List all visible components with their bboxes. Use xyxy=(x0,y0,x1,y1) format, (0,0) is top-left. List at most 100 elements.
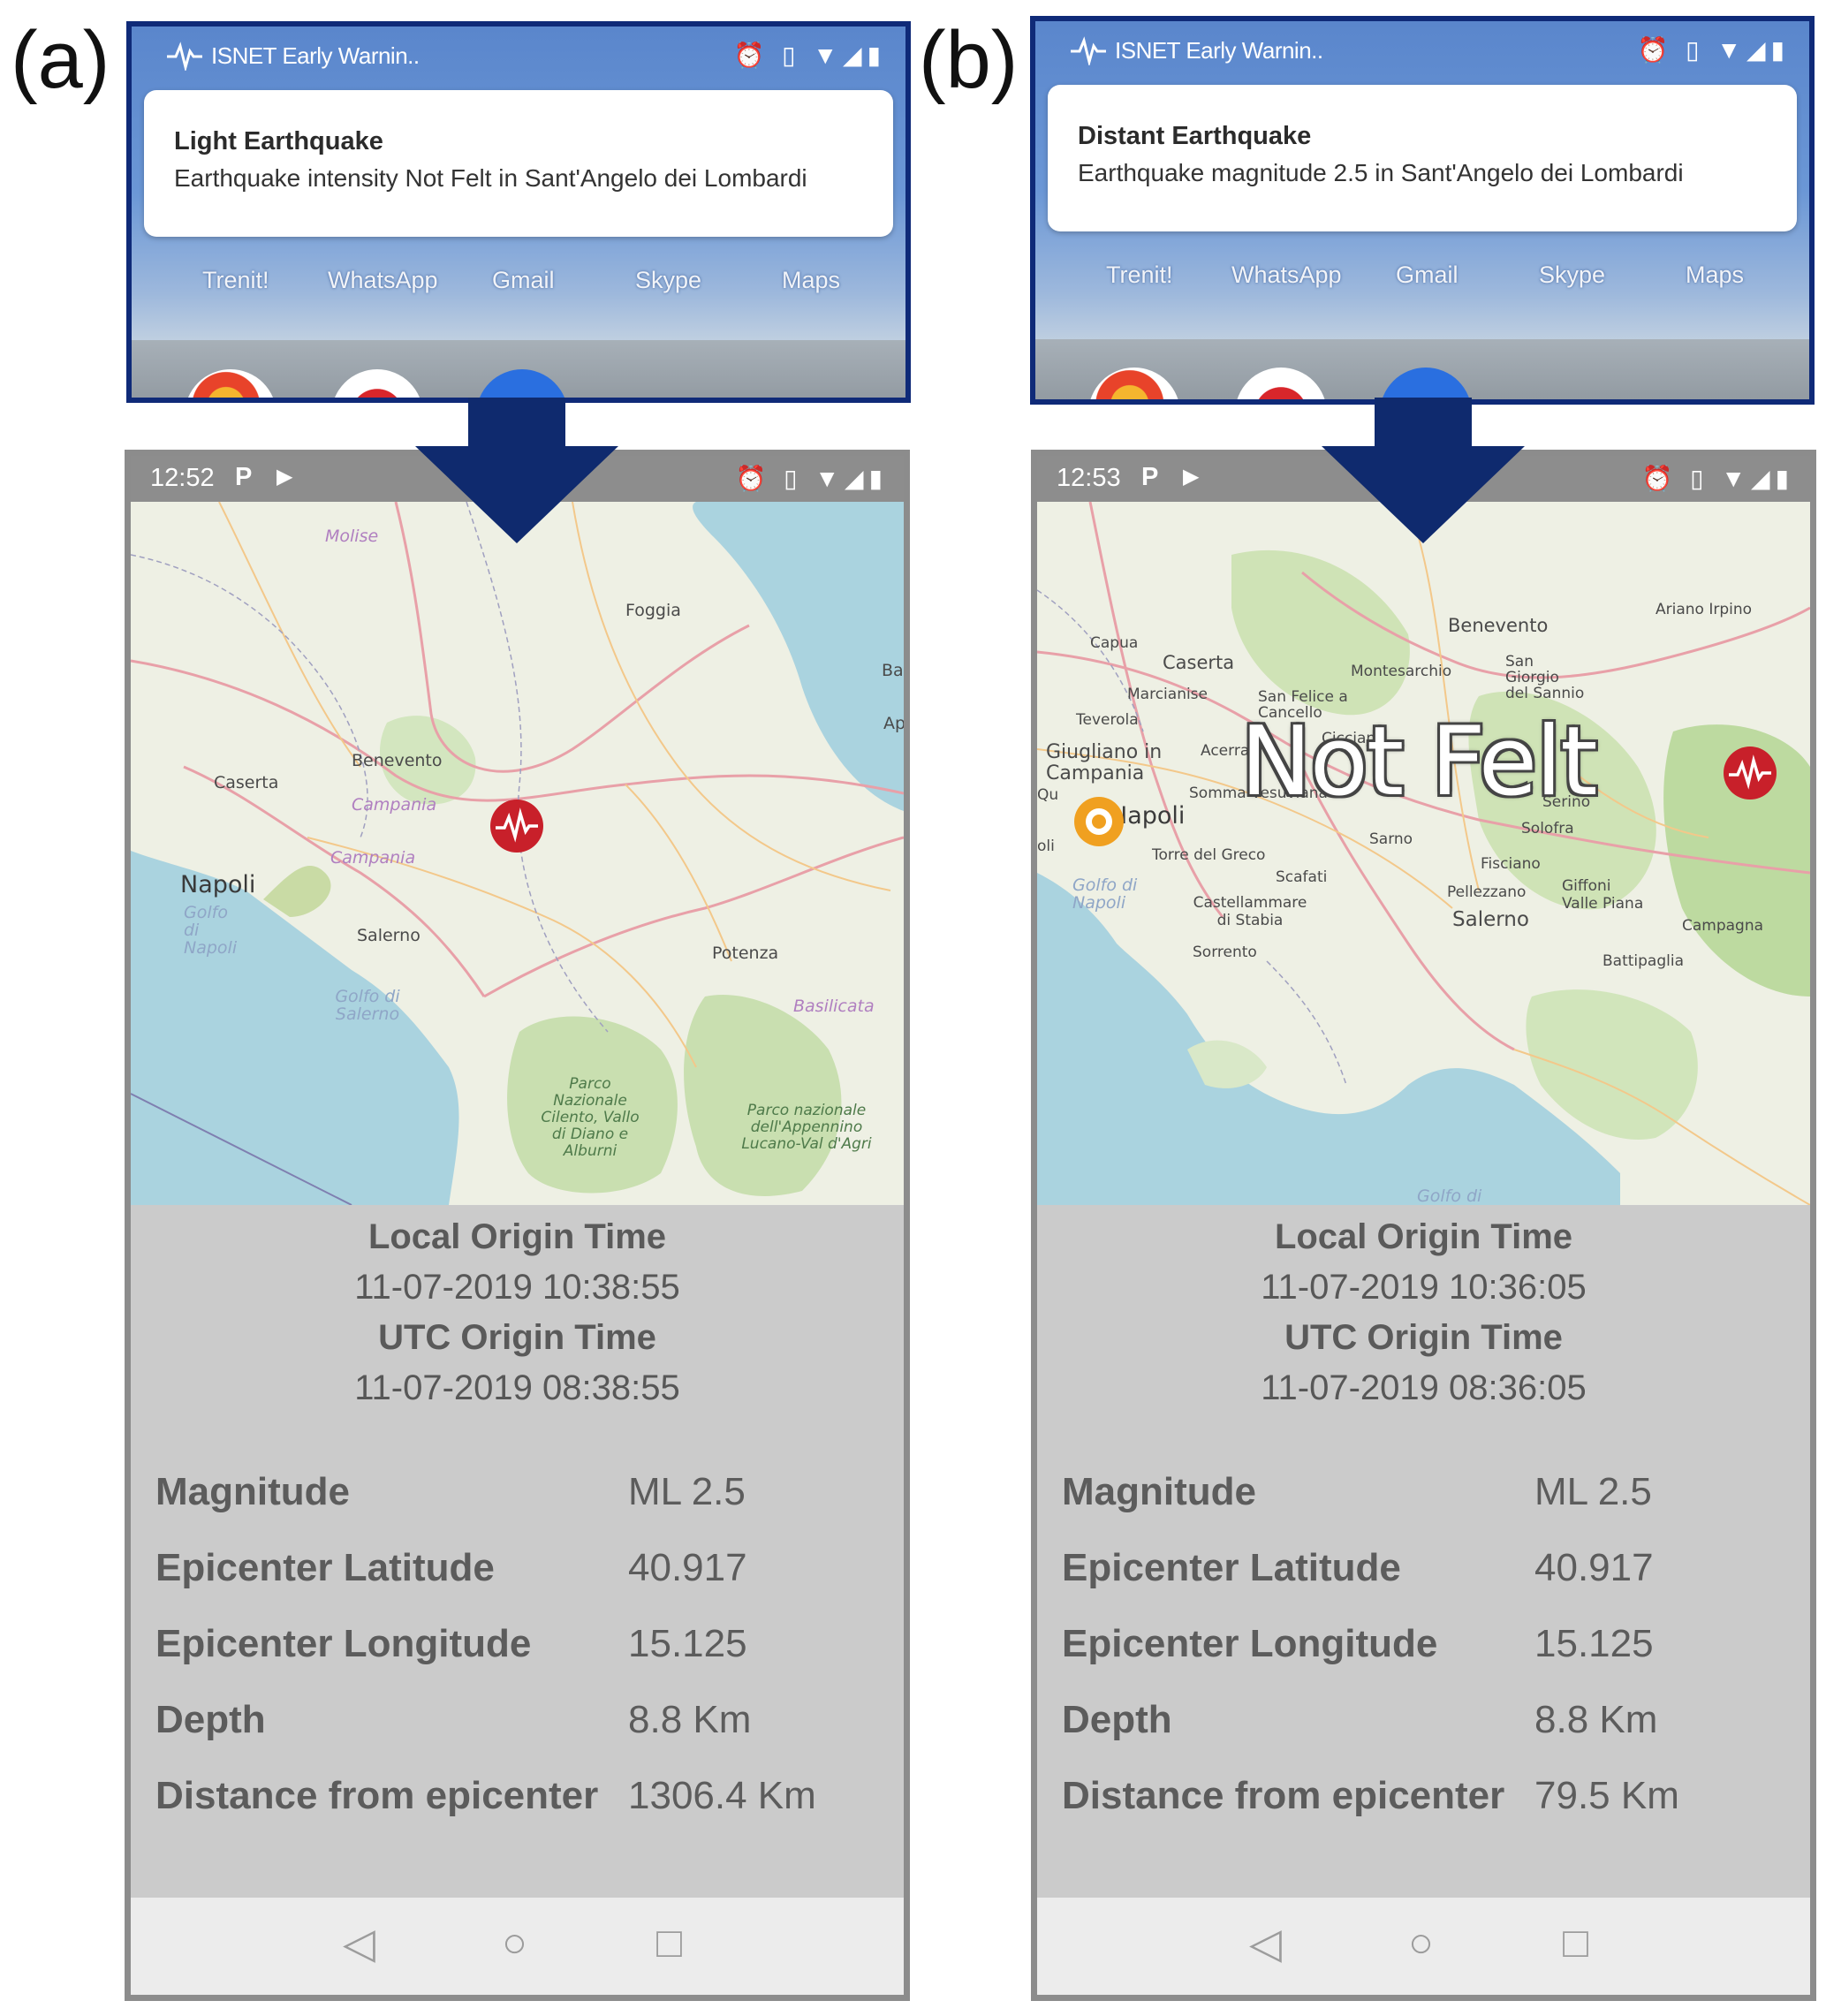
dock-app-label[interactable]: Gmail xyxy=(492,267,555,294)
pulse-icon xyxy=(167,42,202,71)
detail-value: 15.125 xyxy=(628,1622,747,1665)
map-label: Teverola xyxy=(1076,711,1139,729)
map-label: Caserta xyxy=(214,773,279,792)
home-circle-icon[interactable]: ○ xyxy=(502,1919,527,1967)
map-label: Parco Nazionale Cilento, Vallo di Diano … xyxy=(541,1075,640,1160)
dock-app-label[interactable]: Gmail xyxy=(1396,261,1459,289)
utc-origin-time-value: 11-07-2019 08:36:05 xyxy=(1261,1368,1587,1407)
notification-header: ISNET Early Warnin.. ⏰ ▯ ▼◢▮ xyxy=(1035,21,1809,83)
notification-title: Distant Earthquake xyxy=(1078,122,1312,150)
map-label: Castellammare di Stabia xyxy=(1193,894,1307,929)
map-label: Campania xyxy=(352,795,437,815)
seismic-pulse-icon[interactable] xyxy=(489,798,545,854)
recents-square-icon[interactable]: □ xyxy=(656,1919,682,1967)
home-circle-icon[interactable]: ○ xyxy=(1408,1919,1434,1967)
local-origin-time-value: 11-07-2019 10:38:55 xyxy=(354,1268,680,1307)
seismic-pulse-icon[interactable] xyxy=(1722,745,1778,801)
map-label: Fisciano xyxy=(1481,855,1541,873)
map-label: Qu xyxy=(1037,786,1059,804)
dock-app-label[interactable]: WhatsApp xyxy=(328,267,438,294)
map-label: Golfo di xyxy=(1417,1186,1482,1205)
dock-app-label[interactable]: Skype xyxy=(1539,261,1605,289)
map-label: Campagna xyxy=(1682,917,1764,935)
map-label: Ba xyxy=(882,661,904,680)
location-ring-icon[interactable] xyxy=(1071,793,1127,850)
detail-value: 40.917 xyxy=(628,1546,747,1589)
map-label: Sarno xyxy=(1369,830,1413,848)
detail-value: 1306.4 Km xyxy=(628,1774,816,1817)
parking-icon: P xyxy=(1141,463,1159,491)
map-label: San Giorgio del Sannio xyxy=(1505,653,1585,702)
detail-key: Epicenter Longitude xyxy=(155,1622,532,1665)
map-label: Ap xyxy=(883,714,904,733)
map-view[interactable]: Molise Foggia Ba Ap Benevento Caserta Ca… xyxy=(131,502,904,1205)
dock-app-label[interactable]: Skype xyxy=(635,267,701,294)
down-arrow xyxy=(415,398,618,543)
navigation-bar: ◁ ○ □ xyxy=(1037,1898,1810,1995)
detail-key: Epicenter Latitude xyxy=(1062,1546,1401,1589)
play-store-icon: ▶ xyxy=(1183,465,1200,489)
map-label: Golfo di Salerno xyxy=(335,987,400,1024)
map-label: Scafati xyxy=(1276,868,1328,886)
local-origin-time-label: Local Origin Time xyxy=(1274,1217,1573,1256)
map-view[interactable]: Benevento Ariano Irpino Capua Caserta Mo… xyxy=(1037,502,1810,1205)
dock-app-label[interactable]: Maps xyxy=(782,267,840,294)
notification-card[interactable]: Light Earthquake Earthquake intensity No… xyxy=(144,90,893,237)
map-label: Benevento xyxy=(352,751,443,770)
recents-square-icon[interactable]: □ xyxy=(1563,1919,1588,1967)
map-label: Caserta xyxy=(1163,652,1235,673)
map-label: Parco nazionale dell'Appennino Lucano-Va… xyxy=(741,1102,872,1153)
utc-origin-time-value: 11-07-2019 08:38:55 xyxy=(354,1368,680,1407)
not-felt-overlay: Not Felt xyxy=(1240,707,1598,817)
back-triangle-icon[interactable]: ◁ xyxy=(1249,1919,1282,1968)
event-details: Local Origin Time 11-07-2019 10:38:55 UT… xyxy=(131,1205,904,1903)
map-label: Potenza xyxy=(712,944,779,963)
dock: Trenit! WhatsApp Gmail Skype Maps xyxy=(1035,261,1809,297)
dock-app-label[interactable]: Trenit! xyxy=(202,267,269,294)
detail-key: Distance from epicenter xyxy=(1062,1774,1505,1817)
map-label: Molise xyxy=(325,527,379,546)
detail-key: Distance from epicenter xyxy=(155,1774,599,1817)
map-label: Basilicata xyxy=(793,997,875,1016)
back-triangle-icon[interactable]: ◁ xyxy=(343,1919,375,1968)
map-label: Torre del Greco xyxy=(1152,846,1266,864)
detail-value: 79.5 Km xyxy=(1534,1774,1679,1817)
parking-icon: P xyxy=(235,463,253,491)
notification-body: Earthquake magnitude 2.5 in Sant'Angelo … xyxy=(1078,159,1684,186)
status-icons: ⏰ ▯ ▼◢▮ xyxy=(1641,465,1794,492)
map-label: Capua xyxy=(1090,634,1139,652)
status-time: 12:53 xyxy=(1057,464,1121,492)
notification-card[interactable]: Distant Earthquake Earthquake magnitude … xyxy=(1048,85,1797,231)
detail-key: Depth xyxy=(1062,1698,1172,1741)
utc-origin-time-label: UTC Origin Time xyxy=(378,1318,656,1357)
navigation-bar: ◁ ○ □ xyxy=(131,1898,904,1995)
map-label: Montesarchio xyxy=(1351,663,1452,680)
map-label: Giugliano in Campania xyxy=(1046,741,1163,784)
detail-value: 8.8 Km xyxy=(1534,1698,1658,1741)
detail-key: Epicenter Longitude xyxy=(1062,1622,1438,1665)
detail-value: 15.125 xyxy=(1534,1622,1654,1665)
detail-value: 8.8 Km xyxy=(628,1698,752,1741)
notification-app-name: ISNET Early Warnin.. xyxy=(211,42,420,69)
map-label: Golfo di Napoli xyxy=(184,903,238,958)
notification-shade-b: ISNET Early Warnin.. ⏰ ▯ ▼◢▮ Distant Ear… xyxy=(1030,16,1815,405)
map-label: Salerno xyxy=(357,926,421,945)
detail-key: Magnitude xyxy=(155,1470,350,1513)
detail-key: Epicenter Latitude xyxy=(155,1546,495,1589)
dock-app-label[interactable]: Maps xyxy=(1686,261,1744,289)
notification-header: ISNET Early Warnin.. ⏰ ▯ ▼◢▮ xyxy=(132,27,905,88)
utc-origin-time-label: UTC Origin Time xyxy=(1284,1318,1563,1357)
dock-app-label[interactable]: Trenit! xyxy=(1106,261,1173,289)
map-label: Benevento xyxy=(1448,615,1549,636)
map-label: Golfo di Napoli xyxy=(1072,875,1138,913)
event-details: Local Origin Time 11-07-2019 10:36:05 UT… xyxy=(1037,1205,1810,1903)
local-origin-time-label: Local Origin Time xyxy=(367,1217,667,1256)
status-icons: ⏰ ▯ ▼◢▮ xyxy=(733,42,886,69)
panel-a-label: (a) xyxy=(11,15,110,105)
local-origin-time-value: 11-07-2019 10:36:05 xyxy=(1261,1268,1587,1307)
map-label: oli xyxy=(1037,837,1055,855)
map-label: Battipaglia xyxy=(1602,952,1684,970)
dock-app-label[interactable]: WhatsApp xyxy=(1231,261,1342,289)
notification-app-name: ISNET Early Warnin.. xyxy=(1115,37,1323,64)
map-label: Solofra xyxy=(1521,820,1574,837)
